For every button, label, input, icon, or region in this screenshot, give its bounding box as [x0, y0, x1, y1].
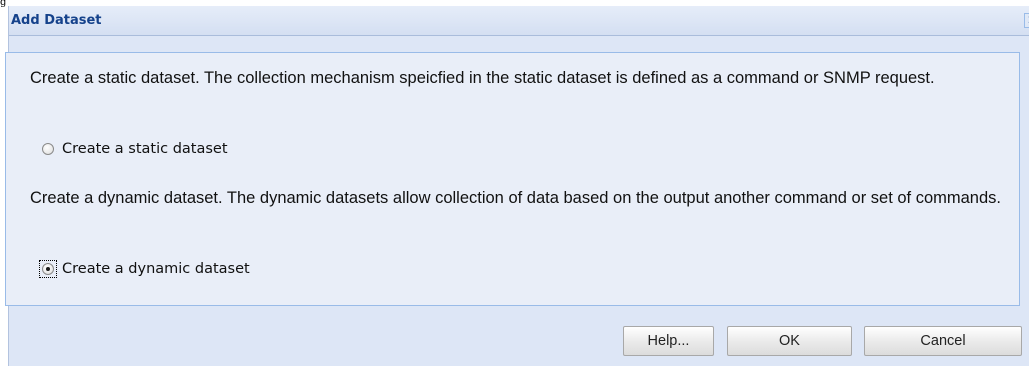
dynamic-dataset-option[interactable]: Create a dynamic dataset	[39, 260, 250, 278]
static-dataset-radio-wrapper[interactable]	[40, 141, 56, 157]
static-dataset-radio[interactable]	[42, 143, 54, 155]
help-button[interactable]: Help...	[623, 326, 714, 356]
dialog-titlebar[interactable]: Add Dataset ✕	[9, 6, 1029, 36]
dialog-title: Add Dataset	[11, 13, 102, 28]
dynamic-dataset-radio[interactable]	[42, 263, 54, 275]
corner-text-fragment: g	[0, 0, 7, 8]
static-dataset-radio-label[interactable]: Create a static dataset	[62, 141, 228, 157]
close-icon[interactable]: ✕	[1024, 13, 1029, 28]
static-dataset-description: Create a static dataset. The collection …	[30, 69, 935, 87]
radio-selected-dot	[46, 267, 50, 271]
dynamic-dataset-radio-label[interactable]: Create a dynamic dataset	[62, 261, 250, 277]
dynamic-dataset-description: Create a dynamic dataset. The dynamic da…	[30, 189, 1001, 207]
ok-button[interactable]: OK	[727, 326, 852, 356]
static-dataset-option[interactable]: Create a static dataset	[40, 141, 228, 157]
cancel-button[interactable]: Cancel	[864, 326, 1022, 356]
dynamic-dataset-radio-wrapper[interactable]	[39, 260, 57, 278]
